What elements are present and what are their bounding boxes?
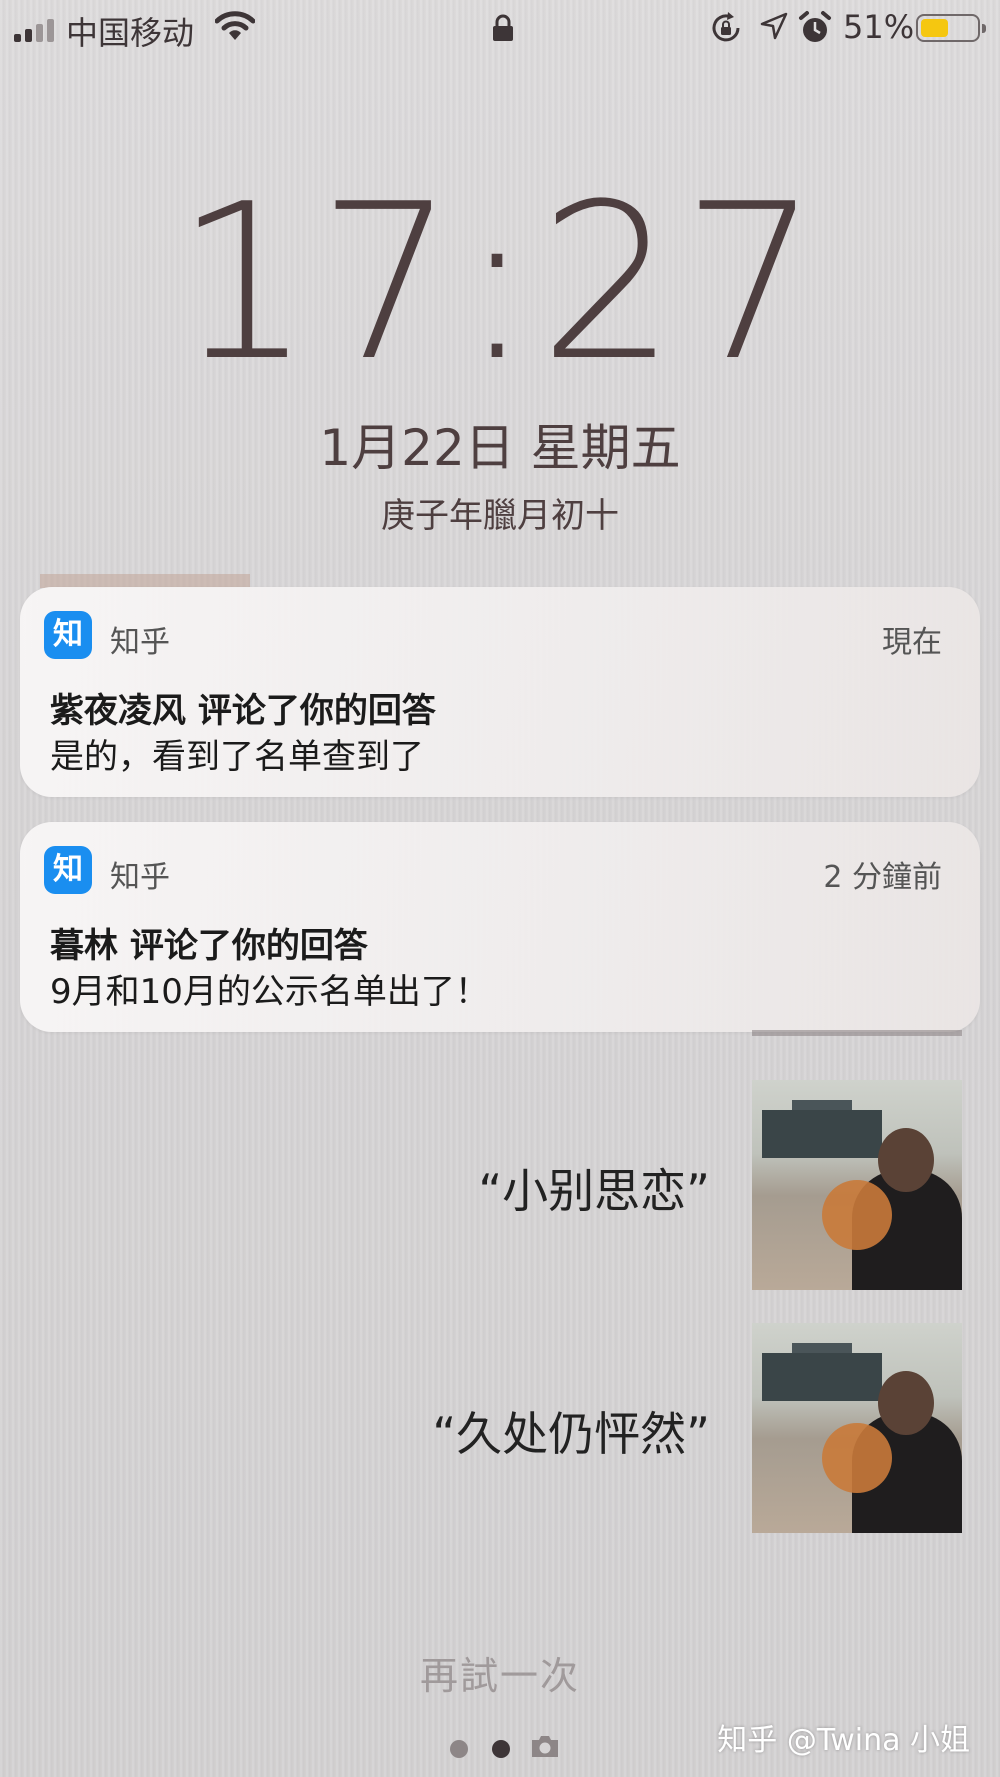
notification-time: 現在: [882, 625, 942, 660]
rotation-lock-icon: [708, 10, 744, 50]
zhihu-app-icon: 知: [44, 846, 92, 894]
lockscreen-date: 1月22日 星期五: [319, 419, 681, 477]
lock-icon: [492, 14, 514, 46]
location-icon: [760, 12, 788, 44]
notification-title: 紫夜凌风 评论了你的回答: [50, 691, 436, 731]
notification-body: 是的，看到了名单查到了: [50, 737, 424, 777]
background-strip: [40, 574, 250, 588]
page-dot: [492, 1740, 510, 1758]
watermark: 知乎 @Twina 小姐: [717, 1723, 970, 1758]
notification-title: 暮林 评论了你的回答: [50, 926, 368, 966]
photo-thumbnail: [752, 1080, 962, 1290]
photo-edge: [752, 1030, 962, 1036]
lunar-date: 庚子年臘月初十: [381, 496, 619, 536]
photo-thumbnail: [752, 1323, 962, 1533]
lockscreen-time: 17:27: [175, 157, 825, 408]
notification-card[interactable]: 知 知乎 現在 紫夜凌风 评论了你的回答 是的，看到了名单查到了: [20, 587, 980, 797]
page-dot: [450, 1740, 468, 1758]
quote-text: “久处仍怦然”: [432, 1407, 710, 1461]
notification-card[interactable]: 知 知乎 2 分鐘前 暮林 评论了你的回答 9月和10月的公示名单出了！: [20, 822, 980, 1032]
notification-app-name: 知乎: [110, 860, 170, 895]
battery-percent: 51%: [843, 8, 915, 46]
notification-time: 2 分鐘前: [823, 860, 942, 895]
notification-body: 9月和10月的公示名单出了！: [50, 972, 489, 1012]
wifi-icon: [214, 10, 256, 48]
battery-icon: [916, 14, 986, 42]
status-bar: 中国移动 51%: [0, 0, 1000, 60]
retry-button[interactable]: 再試一次: [0, 1645, 1000, 1700]
page-indicator: [450, 1740, 510, 1758]
notification-app-name: 知乎: [110, 625, 170, 660]
quote-text: “小别思恋”: [478, 1164, 710, 1218]
zhihu-app-icon: 知: [44, 611, 92, 659]
signal-icon: [14, 18, 54, 42]
carrier-label: 中国移动: [66, 14, 195, 52]
camera-icon[interactable]: [530, 1733, 560, 1763]
alarm-icon: [798, 10, 832, 50]
